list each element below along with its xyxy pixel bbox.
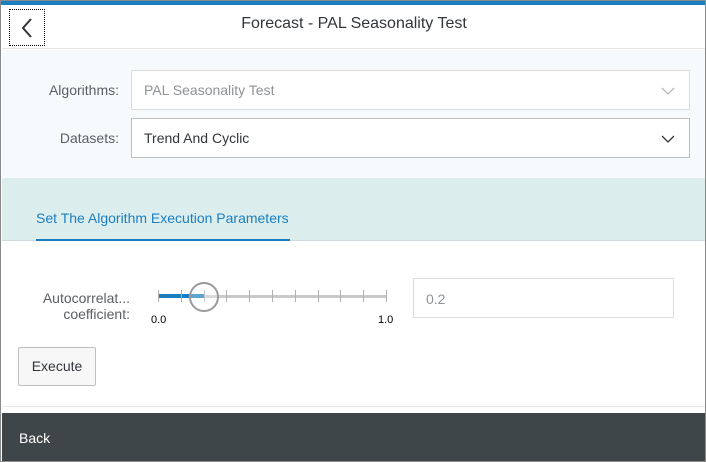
slider-tick <box>181 290 182 302</box>
header-bar: Forecast - PAL Seasonality Test <box>2 5 705 49</box>
algorithms-select[interactable]: PAL Seasonality Test <box>131 70 690 110</box>
chevron-down-icon <box>661 135 675 143</box>
datasets-label: Datasets: <box>59 130 119 146</box>
slider-tick <box>158 290 159 302</box>
autocorrelation-input-value: 0.2 <box>426 291 446 307</box>
slider-max-label: 1.0 <box>378 314 394 326</box>
slider-tick <box>295 290 296 302</box>
slider-tick <box>318 290 319 302</box>
autocorrelation-label: Autocorrelat... coefficient: <box>22 290 130 322</box>
autocorrelation-label-line2: coefficient: <box>63 306 130 322</box>
selection-form: Algorithms: PAL Seasonality Test Dataset… <box>2 50 705 178</box>
datasets-select-value: Trend And Cyclic <box>144 130 250 146</box>
slider-tick <box>386 290 387 302</box>
slider-tick <box>272 290 273 302</box>
autocorrelation-label-line1: Autocorrelat... <box>42 290 130 306</box>
slider-tick <box>249 290 250 302</box>
chevron-down-icon <box>661 87 675 95</box>
algorithms-label: Algorithms: <box>48 82 119 98</box>
tab-execution-parameters[interactable]: Set The Algorithm Execution Parameters <box>36 210 289 226</box>
datasets-select[interactable]: Trend And Cyclic <box>131 118 690 158</box>
algorithms-select-value: PAL Seasonality Test <box>144 82 275 98</box>
slider-tick <box>226 290 227 302</box>
tab-selected-indicator <box>36 239 290 241</box>
tab-bar: Set The Algorithm Execution Parameters <box>2 178 705 241</box>
footer-back-button[interactable]: Back <box>19 430 50 446</box>
slider-tick <box>363 290 364 302</box>
page-title: Forecast - PAL Seasonality Test <box>241 15 467 32</box>
slider-tick <box>340 290 341 302</box>
autocorrelation-input[interactable]: 0.2 <box>413 278 674 318</box>
execute-button[interactable]: Execute <box>18 347 96 386</box>
parameters-panel: Autocorrelat... coefficient: 0.0 1.0 0.2… <box>2 242 705 407</box>
slider-handle[interactable] <box>189 282 219 312</box>
footer-bar: Back <box>2 413 705 461</box>
app-window: Forecast - PAL Seasonality Test Algorith… <box>0 0 706 462</box>
autocorrelation-slider[interactable] <box>158 282 387 312</box>
slider-min-label: 0.0 <box>151 314 167 326</box>
